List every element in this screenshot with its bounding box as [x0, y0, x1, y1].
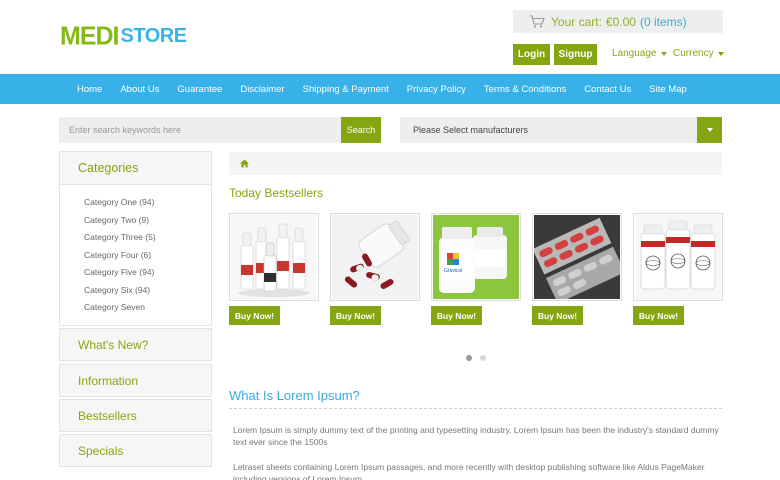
nav-terms-conditions[interactable]: Terms & Conditions [484, 84, 566, 95]
category-item[interactable]: Category Three (5) [84, 229, 211, 247]
buy-now-button[interactable]: Buy Now! [633, 306, 684, 325]
login-button[interactable]: Login [513, 44, 550, 65]
chevron-down-icon [717, 51, 724, 56]
sidebar-bestsellers[interactable]: Bestsellers [59, 399, 212, 432]
category-item[interactable]: Category Seven [84, 299, 211, 317]
manufacturer-select[interactable]: Please Select manufacturers [400, 117, 722, 143]
main-nav: Home About Us Guarantee Disclaimer Shipp… [0, 74, 780, 104]
cart-items-count[interactable]: (0 items) [640, 15, 687, 29]
currency-dropdown[interactable]: Currency [673, 48, 724, 59]
buy-now-button[interactable]: Buy Now! [330, 306, 381, 325]
category-item[interactable]: Category Five (94) [84, 264, 211, 282]
nav-privacy-policy[interactable]: Privacy Policy [407, 84, 466, 95]
categories-box: Categories Category One (94) Category Tw… [59, 151, 212, 326]
cart-label: Your cart: [551, 14, 602, 29]
breadcrumb [229, 152, 722, 175]
search-input[interactable] [59, 117, 341, 143]
nav-disclaimer[interactable]: Disclaimer [240, 84, 284, 95]
category-item[interactable]: Category One (94) [84, 194, 211, 212]
site-logo[interactable]: MEDI STORE [60, 20, 188, 51]
nav-home[interactable]: Home [77, 84, 102, 95]
language-label: Language [612, 48, 657, 59]
buy-now-button[interactable]: Buy Now! [229, 306, 280, 325]
product-image-dropper-bottles[interactable] [229, 213, 319, 301]
capsules-spill-image [332, 215, 418, 299]
section-divider [229, 408, 722, 409]
search-button[interactable]: Search [341, 117, 381, 143]
chevron-down-icon [660, 51, 667, 56]
sidebar-specials[interactable]: Specials [59, 434, 212, 467]
about-paragraph: Lorem Ipsum is simply dummy text of the … [233, 425, 719, 447]
category-item[interactable]: Category Six (94) [84, 282, 211, 300]
nav-site-map[interactable]: Site Map [649, 84, 687, 95]
nav-guarantee[interactable]: Guarantee [177, 84, 222, 95]
signup-button[interactable]: Signup [554, 44, 597, 65]
bestsellers-title: Today Bestsellers [229, 186, 324, 200]
manufacturer-select-toggle[interactable] [697, 117, 722, 143]
nav-shipping-payment[interactable]: Shipping & Payment [303, 84, 389, 95]
product-image-blister-pack[interactable] [532, 213, 622, 301]
product-image-capsules[interactable] [330, 213, 420, 301]
sidebar-information[interactable]: Information [59, 364, 212, 397]
carousel-pager [466, 355, 494, 361]
category-item[interactable]: Category Four (6) [84, 247, 211, 265]
dropper-bottles-image [231, 215, 317, 299]
about-title: What Is Lorem Ipsum? [229, 388, 360, 403]
blister-pack-image [534, 215, 620, 299]
nav-about-us[interactable]: About Us [120, 84, 159, 95]
chevron-down-icon [706, 128, 713, 132]
carousel-dot-2[interactable] [480, 355, 486, 361]
carousel-dot-1[interactable] [466, 355, 472, 361]
search-bar: Search [59, 117, 381, 143]
language-dropdown[interactable]: Language [612, 48, 667, 59]
product-image-labeled-bottles[interactable] [633, 213, 723, 301]
cart-summary[interactable]: Your cart: €0.00 (0 items) [513, 10, 723, 33]
sidebar-whats-new[interactable]: What's New? [59, 328, 212, 361]
nav-contact-us[interactable]: Contact Us [584, 84, 631, 95]
manufacturer-select-value[interactable]: Please Select manufacturers [400, 117, 697, 143]
buy-now-button[interactable]: Buy Now! [431, 306, 482, 325]
category-item[interactable]: Category Two (9) [84, 212, 211, 230]
logo-part-store: STORE [120, 24, 188, 47]
categories-title: Categories [60, 152, 211, 185]
buy-now-button[interactable]: Buy Now! [532, 306, 583, 325]
product-image-supplement-bottle[interactable]: Gravicol [431, 213, 521, 301]
product-brand-label: Gravicol [444, 268, 462, 274]
cart-icon [529, 15, 545, 28]
labeled-bottles-image [635, 215, 721, 299]
category-list: Category One (94) Category Two (9) Categ… [60, 185, 211, 317]
supplement-bottle-image: Gravicol [433, 215, 519, 299]
cart-amount: €0.00 [605, 14, 636, 29]
currency-label: Currency [673, 48, 714, 59]
logo-part-medi: MEDI [60, 20, 119, 51]
about-paragraph: Letraset sheets containing Lorem Ipsum p… [233, 462, 705, 480]
home-icon[interactable] [240, 159, 249, 168]
